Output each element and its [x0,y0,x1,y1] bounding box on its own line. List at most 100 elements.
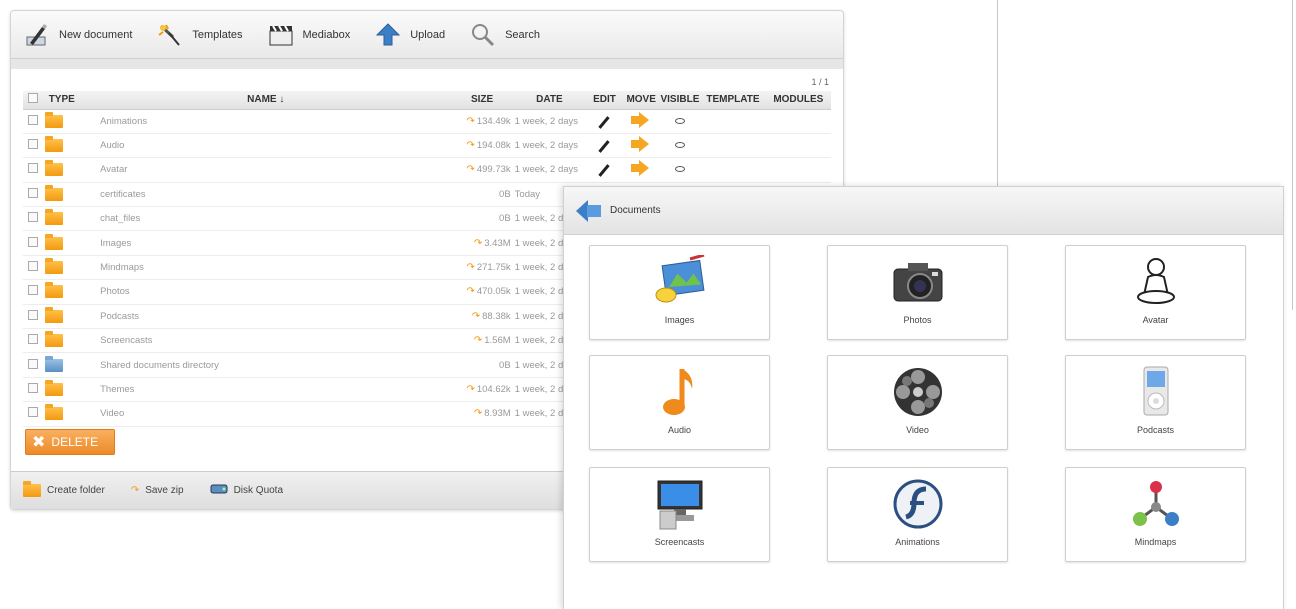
file-name[interactable]: Photos [80,279,452,305]
save-zip-button[interactable]: ↷ Save zip [131,485,184,496]
guide-line [1292,0,1293,310]
create-folder-button[interactable]: Create folder [21,481,105,497]
zip-icon[interactable]: ↷ [474,408,482,419]
tile-animations[interactable]: Animations [827,467,1008,562]
row-checkbox[interactable] [23,109,44,134]
tile-screencasts[interactable]: Screencasts [589,467,770,562]
file-name[interactable]: Images [80,230,452,256]
zip-icon[interactable]: ↷ [466,286,474,297]
row-checkbox[interactable] [23,352,44,378]
file-name[interactable]: Podcasts [80,304,452,330]
zip-icon[interactable]: ↷ [466,116,474,127]
file-name[interactable]: Avatar [80,157,452,183]
templates-button[interactable]: Templates [156,22,243,48]
file-size: 0B [451,182,513,208]
save-zip-label: Save zip [145,485,184,496]
search-button[interactable]: Search [469,22,540,48]
mediabox-button[interactable]: Mediabox [267,22,351,48]
file-date: 1 week, 2 days [512,157,587,183]
file-size: ↷ 3.43M [451,230,513,256]
row-checkbox[interactable] [23,255,44,281]
images-icon [590,254,769,310]
table-row[interactable]: Avatar ↷ 499.73k 1 week, 2 days [23,157,831,183]
column-header-name[interactable]: NAME ↓ [80,91,452,110]
tile-audio[interactable]: Audio [589,355,770,450]
zip-icon[interactable]: ↷ [466,140,474,151]
move-arrow-icon[interactable] [622,157,660,183]
tile-photos[interactable]: Photos [827,245,1008,340]
row-checkbox[interactable] [23,157,44,183]
music-note-icon [590,364,769,420]
file-name[interactable]: Screencasts [80,328,452,354]
modules-cell [765,157,831,183]
file-name[interactable]: certificates [80,182,452,208]
tile-images[interactable]: Images [589,245,770,340]
size-value: 0B [499,188,511,200]
search-icon [469,22,497,48]
zip-icon[interactable]: ↷ [472,311,480,322]
move-arrow-icon[interactable] [622,133,660,159]
zip-icon[interactable]: ↷ [466,262,474,273]
edit-pencil-icon[interactable] [586,133,623,159]
delete-button[interactable]: ✖ DELETE [25,429,115,455]
visibility-eye-icon[interactable] [659,133,701,159]
upload-button[interactable]: Upload [374,22,445,48]
zip-icon[interactable]: ↷ [474,238,482,249]
file-name[interactable]: Themes [80,377,452,403]
pagination-indicator: 1 / 1 [811,77,829,87]
zip-icon: ↷ [130,485,140,496]
table-row[interactable]: Animations ↷ 134.49k 1 week, 2 days [23,109,831,134]
flash-icon [828,476,1007,532]
file-name[interactable]: Animations [80,109,452,134]
documents-panel: Documents Images Photos Avatar Audio Vid… [563,186,1284,609]
tile-label: Animations [895,537,940,547]
table-header-row: TYPE NAME ↓ SIZE DATE EDIT MOVE VISIBLE … [23,91,831,110]
back-arrow-icon[interactable] [576,199,602,222]
file-name[interactable]: Video [80,401,452,427]
delete-label: DELETE [51,435,99,449]
shared-folder-icon [43,352,81,378]
row-checkbox[interactable] [23,182,44,208]
row-checkbox[interactable] [23,377,44,403]
visibility-eye-icon[interactable] [659,157,701,183]
new-document-button[interactable]: New document [23,22,132,48]
select-all-checkbox[interactable] [23,91,44,110]
tile-avatar[interactable]: Avatar [1065,245,1246,340]
zip-icon[interactable]: ↷ [466,384,474,395]
file-size: 0B [451,206,513,232]
file-name[interactable]: Shared documents directory [80,352,452,378]
file-size: ↷ 1.56M [451,328,513,354]
row-checkbox[interactable] [23,304,44,330]
tile-video[interactable]: Video [827,355,1008,450]
template-cell [700,157,766,183]
tile-mindmaps[interactable]: Mindmaps [1065,467,1246,562]
column-header-visible: VISIBLE [659,91,701,110]
column-header-type[interactable]: TYPE [43,91,81,110]
edit-pencil-icon[interactable] [586,109,623,134]
file-date: 1 week, 2 days [512,133,587,159]
documents-header: Documents [564,187,1283,235]
edit-pencil-icon[interactable] [586,157,623,183]
move-arrow-icon[interactable] [622,109,660,134]
zip-icon[interactable]: ↷ [466,164,474,175]
row-checkbox[interactable] [23,328,44,354]
disk-quota-label: Disk Quota [233,485,284,496]
disk-quota-button[interactable]: Disk Quota [210,483,283,498]
mediabox-label: Mediabox [302,28,351,41]
tile-podcasts[interactable]: Podcasts [1065,355,1246,450]
column-header-date[interactable]: DATE [512,91,587,110]
row-checkbox[interactable] [23,133,44,159]
column-header-size[interactable]: SIZE [451,91,513,110]
folder-icon [43,304,81,330]
row-checkbox[interactable] [23,401,44,427]
template-cell [700,133,766,159]
row-checkbox[interactable] [23,230,44,256]
visibility-eye-icon[interactable] [659,109,701,134]
file-name[interactable]: Audio [80,133,452,159]
row-checkbox[interactable] [23,206,44,232]
file-name[interactable]: chat_files [80,206,452,232]
zip-icon[interactable]: ↷ [474,335,482,346]
file-name[interactable]: Mindmaps [80,255,452,281]
row-checkbox[interactable] [23,279,44,305]
table-row[interactable]: Audio ↷ 194.08k 1 week, 2 days [23,133,831,159]
